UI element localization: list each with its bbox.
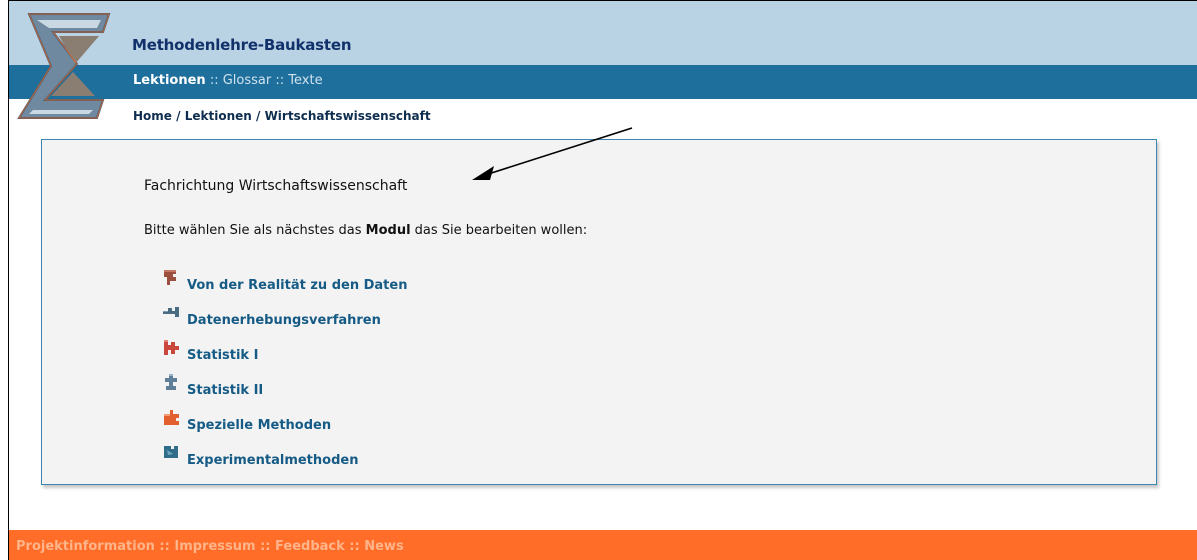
sigma-logo-icon[interactable]: [15, 10, 115, 122]
module-label[interactable]: Statistik II: [187, 383, 263, 398]
footer-link-projektinformation[interactable]: Projektinformation: [16, 539, 155, 554]
module-link[interactable]: Datenerhebungsverfahren: [162, 307, 381, 329]
module-label[interactable]: Spezielle Methoden: [187, 418, 331, 433]
nav-item-texte[interactable]: Texte: [288, 73, 322, 88]
puzzle-teal-icon: [164, 446, 178, 458]
footer-separator: ::: [349, 539, 360, 554]
header-band: [9, 1, 1197, 65]
puzzle-slate-icon: [163, 307, 179, 317]
nav-item-glossar[interactable]: Glossar: [223, 73, 272, 88]
breadcrumb-separator: /: [176, 109, 181, 123]
nav-separator: ::: [209, 73, 219, 88]
breadcrumb-home[interactable]: Home: [133, 109, 172, 123]
breadcrumb-separator: /: [255, 109, 261, 123]
footer-links: Projektinformation :: Impressum :: Feedb…: [16, 539, 404, 554]
puzzle-red-icon: [164, 340, 179, 355]
module-link[interactable]: Statistik II: [162, 374, 263, 399]
footer-separator: ::: [260, 539, 271, 554]
nav-separator: ::: [275, 73, 285, 88]
puzzle-steel-icon: [165, 374, 177, 390]
footer-link-news[interactable]: News: [364, 539, 403, 554]
module-label[interactable]: Datenerhebungsverfahren: [187, 313, 381, 328]
intro-text: Bitte wählen Sie als nächstes das Modul …: [144, 223, 588, 238]
module-link[interactable]: Statistik I: [162, 340, 258, 364]
module-label[interactable]: Von der Realität zu den Daten: [187, 278, 407, 293]
module-label[interactable]: Experimentalmethoden: [187, 453, 358, 468]
breadcrumb-current[interactable]: Wirtschaftswissenschaft: [265, 109, 431, 123]
intro-bold: Modul: [365, 223, 411, 238]
breadcrumb: Home / Lektionen / Wirtschaftswissenscha…: [133, 109, 431, 123]
nav-item-lektionen[interactable]: Lektionen: [133, 73, 206, 88]
footer-separator: ::: [159, 539, 170, 554]
breadcrumb-lektionen[interactable]: Lektionen: [185, 109, 252, 123]
puzzle-brown-icon: [164, 270, 176, 285]
main-nav: Lektionen :: Glossar :: Texte: [133, 73, 323, 88]
footer-link-impressum[interactable]: Impressum: [174, 539, 255, 554]
app-title: Methodenlehre-Baukasten: [132, 36, 352, 54]
module-link[interactable]: Von der Realität zu den Daten: [162, 270, 407, 294]
module-link[interactable]: Experimentalmethoden: [162, 446, 358, 469]
module-link[interactable]: Spezielle Methoden: [162, 410, 331, 434]
footer-link-feedback[interactable]: Feedback: [275, 539, 345, 554]
module-label[interactable]: Statistik I: [187, 348, 258, 363]
page-heading: Fachrichtung Wirtschaftswissenschaft: [144, 178, 408, 194]
puzzle-orange-icon: [164, 410, 179, 425]
